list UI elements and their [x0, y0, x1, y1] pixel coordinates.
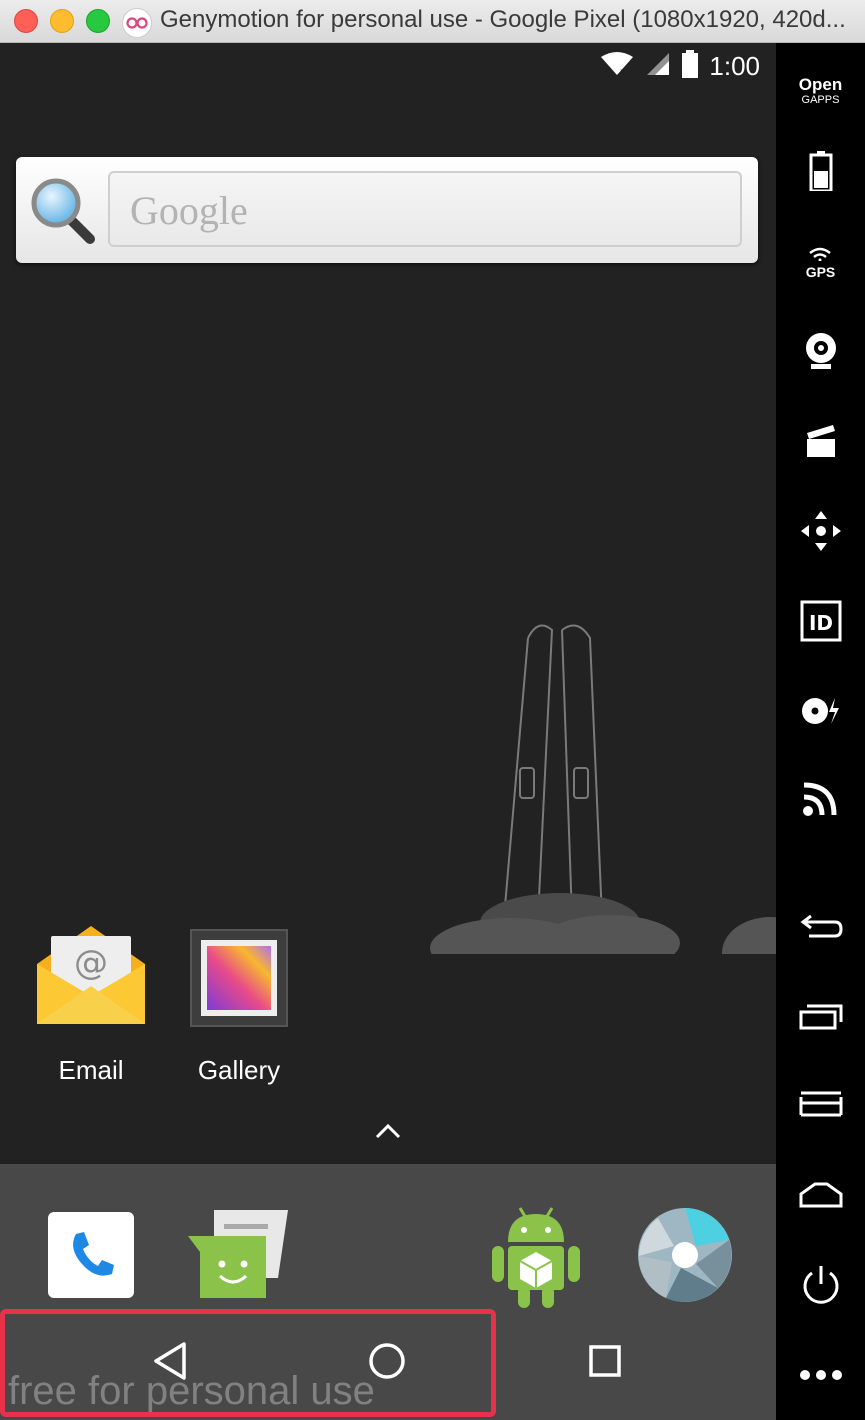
gps-label: GPS — [805, 264, 836, 280]
identifiers-icon: ID — [800, 600, 842, 647]
maximize-window-button[interactable] — [86, 9, 110, 33]
magnifier-icon[interactable] — [28, 175, 98, 245]
phone-icon[interactable] — [48, 1212, 134, 1303]
more-icon — [799, 1368, 843, 1386]
gallery-icon — [187, 929, 291, 1034]
menu-icon — [799, 1091, 843, 1122]
watermark-text: free for personal use — [8, 1369, 375, 1413]
dpad-icon — [799, 509, 843, 558]
google-search-widget[interactable]: Google — [16, 157, 758, 263]
home-button[interactable] — [776, 1167, 865, 1227]
app-label-gallery: Gallery — [197, 1055, 281, 1085]
battery-button[interactable] — [776, 143, 865, 203]
battery-icon — [681, 49, 699, 83]
recents-icon — [799, 1002, 843, 1035]
opengapps-label-line1: Open — [798, 75, 843, 94]
disk-io-icon — [801, 696, 841, 731]
battery-icon — [809, 150, 833, 196]
recents-button[interactable] — [776, 988, 865, 1048]
identifiers-button[interactable]: ID — [776, 593, 865, 653]
capture-icon — [805, 423, 837, 464]
search-input[interactable]: Google — [108, 171, 742, 247]
status-bar: x 1:00 — [599, 49, 760, 83]
wallpaper-skis — [420, 618, 776, 989]
app-label-email: Email — [58, 1055, 124, 1085]
network-icon — [802, 779, 840, 822]
gps-icon: GPS — [805, 247, 836, 280]
recents-icon[interactable] — [580, 1336, 630, 1386]
cell-signal-icon — [645, 51, 671, 82]
window-title: Genymotion for personal use - Google Pix… — [160, 6, 846, 33]
camera-icon[interactable] — [636, 1206, 734, 1309]
capture-button[interactable] — [776, 413, 865, 473]
android-apk-icon[interactable] — [490, 1200, 582, 1315]
network-button[interactable] — [776, 770, 865, 830]
chevron-up-icon[interactable] — [373, 1121, 403, 1141]
power-button[interactable] — [776, 1257, 865, 1317]
svg-text:@: @ — [74, 943, 108, 983]
search-placeholder: Google — [130, 188, 248, 233]
webcam-button[interactable] — [776, 323, 865, 383]
gps-button[interactable]: GPS — [776, 233, 865, 293]
wifi-no-internet-icon: x — [599, 51, 635, 82]
app-email[interactable]: @ Email — [36, 926, 146, 1086]
app-gallery[interactable]: Gallery — [184, 926, 294, 1086]
webcam-icon — [803, 331, 839, 376]
id-label: ID — [808, 611, 832, 635]
close-window-button[interactable] — [14, 9, 38, 33]
opengapps-label-line2: GAPPS — [801, 94, 840, 106]
dpad-button[interactable] — [776, 503, 865, 563]
minimize-window-button[interactable] — [50, 9, 74, 33]
menu-button[interactable] — [776, 1076, 865, 1136]
genymotion-toolbar: Open GAPPS GPS ID — [776, 43, 865, 1420]
window-titlebar: Genymotion for personal use - Google Pix… — [0, 0, 865, 43]
genymotion-app-icon — [122, 8, 152, 38]
svg-text:x: x — [620, 67, 626, 77]
status-clock: 1:00 — [709, 50, 760, 81]
power-icon — [800, 1264, 842, 1311]
back-button[interactable] — [776, 899, 865, 959]
messaging-icon[interactable] — [188, 1206, 292, 1309]
opengapps-icon: Open GAPPS — [799, 76, 842, 106]
more-button[interactable] — [776, 1347, 865, 1407]
disk-io-button[interactable] — [776, 683, 865, 743]
email-icon: @ — [37, 926, 145, 1034]
back-icon — [799, 912, 843, 947]
home-icon — [799, 1182, 843, 1213]
opengapps-button[interactable]: Open GAPPS — [776, 61, 865, 121]
android-screen[interactable]: x 1:00 Google @ Email Gallery free for p… — [0, 43, 776, 1420]
